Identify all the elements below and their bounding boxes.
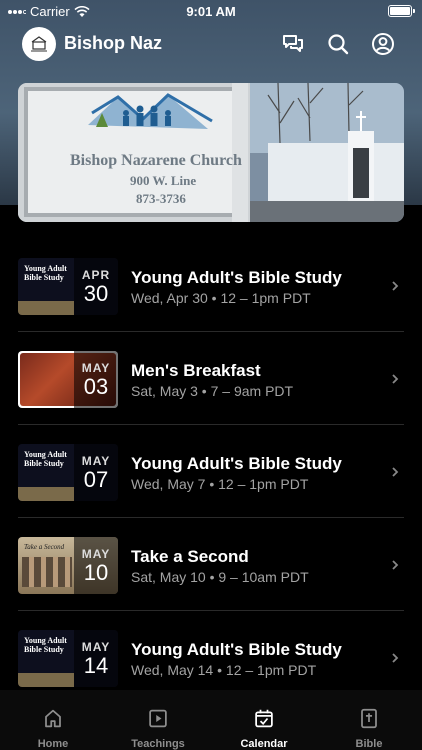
event-time: Wed, Apr 30 • 12 – 1pm PDT	[131, 290, 311, 306]
event-title: Take a Second	[131, 547, 249, 566]
svg-text:873-3736: 873-3736	[136, 191, 186, 206]
tab-teachings[interactable]: Teachings	[105, 690, 211, 750]
event-month: APR	[81, 267, 111, 282]
event-month: MAY	[81, 360, 111, 375]
date-badge: APR 30	[74, 258, 118, 315]
date-badge: MAY 07	[74, 444, 118, 501]
event-row[interactable]: MAY 03 Men's Breakfast Sat, May 3 • 7 – …	[18, 333, 404, 425]
date-badge: MAY 14	[74, 630, 118, 687]
church-logo-icon	[31, 36, 47, 52]
tab-calendar[interactable]: Calendar	[211, 690, 317, 750]
thumbnail-text: Young Adult Bible Study	[24, 450, 67, 468]
event-title: Young Adult's Bible Study	[131, 454, 342, 473]
event-thumbnail: Young Adult Bible Study MAY 14	[18, 630, 118, 687]
svg-text:Bishop Nazarene Church: Bishop Nazarene Church	[70, 152, 242, 169]
event-title: Men's Breakfast	[131, 361, 261, 380]
event-thumbnail: Young Adult Bible Study APR 30	[18, 258, 118, 315]
divider	[18, 517, 404, 518]
thumbnail-text: Take a Second	[24, 543, 65, 551]
thumbnail-text: Young Adult Bible Study	[24, 636, 67, 654]
battery-icon	[388, 5, 415, 17]
event-time: Wed, May 14 • 12 – 1pm PDT	[131, 662, 317, 678]
svg-text:900 W. Line: 900 W. Line	[130, 173, 196, 188]
event-day: 14	[83, 652, 109, 678]
event-time: Sat, May 3 • 7 – 9am PDT	[131, 383, 294, 399]
event-thumbnail: Take a Second MAY 10	[18, 537, 118, 594]
tab-label: Teachings	[131, 738, 185, 750]
event-row[interactable]: Young Adult Bible Study APR 30 Young Adu…	[18, 240, 404, 332]
event-month: MAY	[81, 453, 111, 468]
event-title: Young Adult's Bible Study	[131, 268, 342, 287]
event-row[interactable]: Take a Second MAY 10 Take a Second Sat, …	[18, 519, 404, 611]
event-day: 03	[83, 373, 109, 399]
tab-label: Calendar	[240, 738, 288, 750]
event-month: MAY	[81, 546, 111, 561]
status-time: 9:01 AM	[186, 4, 236, 19]
messages-icon[interactable]	[281, 32, 305, 56]
chevron-right-icon	[392, 374, 399, 384]
date-badge: MAY 10	[74, 537, 118, 594]
home-icon	[45, 709, 61, 728]
event-thumbnail: Young Adult Bible Study MAY 07	[18, 444, 118, 501]
play-icon	[149, 709, 167, 728]
divider	[18, 331, 404, 332]
chevron-right-icon	[392, 467, 399, 477]
tab-label: Bible	[355, 738, 383, 750]
divider	[18, 424, 404, 425]
event-time: Wed, May 7 • 12 – 1pm PDT	[131, 476, 309, 492]
bible-icon	[361, 708, 377, 729]
church-logo-avatar[interactable]	[22, 27, 56, 61]
event-day: 10	[83, 559, 109, 585]
event-thumbnail: MAY 03	[18, 351, 118, 408]
event-month: MAY	[81, 639, 111, 654]
divider	[18, 610, 404, 611]
event-title: Young Adult's Bible Study	[131, 640, 342, 659]
thumbnail-text: Young Adult Bible Study	[24, 264, 67, 282]
event-row[interactable]: Young Adult Bible Study MAY 07 Young Adu…	[18, 426, 404, 518]
profile-icon[interactable]	[371, 32, 395, 56]
tab-label: Home	[37, 738, 69, 750]
chevron-right-icon	[392, 281, 399, 291]
church-hero-image[interactable]: Bishop Nazarene Church 900 W. Line 873-3…	[18, 83, 404, 222]
tab-home[interactable]: Home	[0, 690, 106, 750]
search-icon[interactable]	[326, 32, 350, 56]
event-time: Sat, May 10 • 9 – 10am PDT	[131, 569, 309, 585]
event-day: 30	[83, 280, 109, 306]
chevron-right-icon	[392, 560, 399, 570]
church-name: Bishop Naz	[64, 33, 163, 53]
calendar-icon	[255, 709, 273, 728]
tab-bible[interactable]: Bible	[316, 690, 422, 750]
app-header: Bishop Naz	[0, 24, 422, 64]
church-sign-photo: Bishop Nazarene Church 900 W. Line 873-3…	[18, 83, 404, 222]
tab-bar: Home Teachings Calendar Bible	[0, 690, 422, 750]
event-day: 07	[83, 466, 109, 492]
chevron-right-icon	[392, 653, 399, 663]
date-badge: MAY 03	[74, 351, 118, 408]
status-bar: Carrier 9:01 AM	[0, 0, 422, 22]
